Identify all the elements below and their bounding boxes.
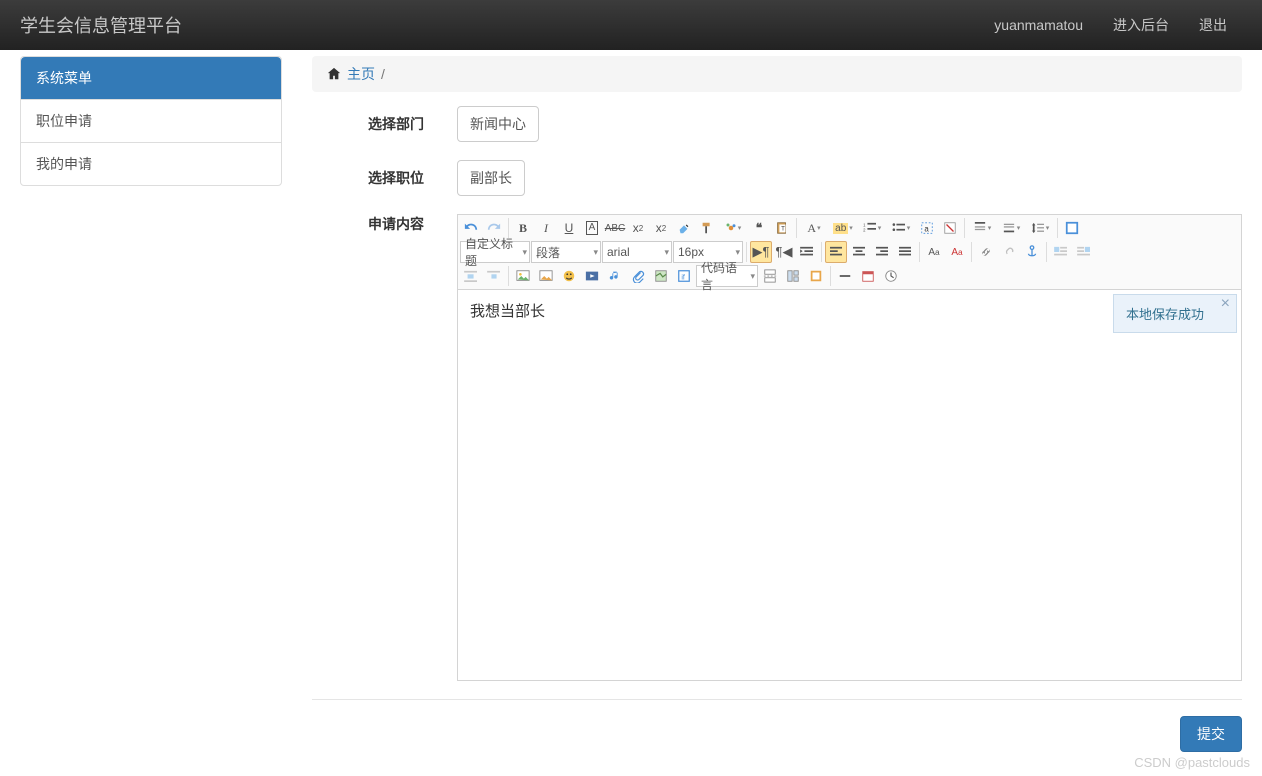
strike-icon[interactable]: ABC — [604, 217, 626, 239]
touppercase-icon[interactable]: Aa — [923, 241, 945, 263]
font-border-icon[interactable]: A — [581, 217, 603, 239]
backcolor-icon[interactable]: ab▾ — [829, 217, 857, 239]
nav-logout[interactable]: 退出 — [1184, 15, 1242, 35]
editor-toolbar: B I U A ABC x2 x2 ▾ ❝ T A▾ ab — [458, 215, 1241, 290]
line-height-icon[interactable]: ▾ — [1026, 217, 1054, 239]
italic-icon[interactable]: I — [535, 217, 557, 239]
top-navbar: 学生会信息管理平台 yuanmamatou 进入后台 退出 — [0, 0, 1262, 50]
selectall-icon[interactable]: a — [916, 217, 938, 239]
time-icon[interactable] — [880, 265, 902, 287]
breadcrumb-sep: / — [381, 66, 385, 82]
img-none-icon[interactable] — [460, 265, 482, 287]
emoticon-icon[interactable] — [558, 265, 580, 287]
template-icon[interactable] — [782, 265, 804, 287]
unordered-list-icon[interactable]: ▾ — [887, 217, 915, 239]
watermark: CSDN @pastclouds — [1134, 755, 1250, 770]
svg-text:1: 1 — [863, 222, 866, 227]
svg-text:if: if — [681, 275, 685, 282]
submit-button[interactable]: 提交 — [1180, 716, 1242, 752]
nav-user[interactable]: yuanmamatou — [979, 17, 1098, 33]
row-spacing-bottom-icon[interactable]: ▾ — [997, 217, 1025, 239]
eraser-icon[interactable] — [673, 217, 695, 239]
dir-rtl-icon[interactable]: ¶◀ — [773, 241, 795, 263]
align-center-icon[interactable] — [848, 241, 870, 263]
editor-content[interactable]: 我想当部长 本地保存成功 × — [458, 290, 1241, 680]
svg-text:a: a — [924, 225, 929, 234]
breadcrumb: 主页 / — [312, 56, 1242, 92]
insert-multi-image-icon[interactable] — [535, 265, 557, 287]
pagebreak-icon[interactable] — [759, 265, 781, 287]
main-content: 主页 / 选择部门 新闻中心 选择职位 副部长 申请内容 B — [312, 56, 1242, 752]
select-font[interactable]: arial — [602, 241, 672, 263]
svg-text:2: 2 — [863, 227, 866, 232]
unlink-icon[interactable] — [998, 241, 1020, 263]
bold-icon[interactable]: B — [512, 217, 534, 239]
blockquote-icon[interactable]: ❝ — [748, 217, 770, 239]
insert-video-icon[interactable] — [581, 265, 603, 287]
img-float-left-icon[interactable] — [1050, 241, 1072, 263]
sidebar: 系统菜单 职位申请 我的申请 — [20, 56, 282, 186]
underline-icon[interactable]: U — [558, 217, 580, 239]
remove-format-icon[interactable] — [939, 217, 961, 239]
insert-map-icon[interactable] — [650, 265, 672, 287]
ordered-list-icon[interactable]: 12▾ — [858, 217, 886, 239]
select-paragraph[interactable]: 段落 — [531, 241, 601, 263]
breadcrumb-home[interactable]: 主页 — [347, 64, 375, 84]
row-spacing-top-icon[interactable]: ▾ — [968, 217, 996, 239]
select-customstyle[interactable]: 自定义标题 — [460, 241, 530, 263]
tolowercase-icon[interactable]: Aa — [946, 241, 968, 263]
subscript-icon[interactable]: x2 — [650, 217, 672, 239]
format-brush-icon[interactable] — [696, 217, 718, 239]
sidebar-item-apply[interactable]: 职位申请 — [21, 99, 281, 142]
toast-message: 本地保存成功 — [1126, 307, 1204, 322]
img-center-icon[interactable] — [483, 265, 505, 287]
svg-text:T: T — [781, 226, 785, 233]
forecolor-icon[interactable]: A▾ — [800, 217, 828, 239]
editor-text: 我想当部长 — [470, 303, 545, 320]
app-brand: 学生会信息管理平台 — [20, 12, 182, 38]
background-icon[interactable] — [805, 265, 827, 287]
select-codelang[interactable]: 代码语言 — [696, 265, 758, 287]
pasteplain-icon[interactable]: T — [771, 217, 793, 239]
insert-music-icon[interactable] — [604, 265, 626, 287]
save-toast: 本地保存成功 × — [1113, 294, 1237, 333]
insert-image-icon[interactable] — [512, 265, 534, 287]
nav-admin[interactable]: 进入后台 — [1098, 15, 1184, 35]
insert-frame-icon[interactable]: if — [673, 265, 695, 287]
fullscreen-icon[interactable] — [1061, 217, 1083, 239]
sidebar-item-myapply[interactable]: 我的申请 — [21, 142, 281, 185]
label-pos: 选择职位 — [312, 168, 457, 188]
toast-close-icon[interactable]: × — [1221, 295, 1230, 313]
indent-icon[interactable] — [796, 241, 818, 263]
label-dept: 选择部门 — [312, 114, 457, 134]
align-justify-icon[interactable] — [894, 241, 916, 263]
select-dept[interactable]: 新闻中心 — [457, 106, 539, 142]
dir-ltr-icon[interactable]: ▶¶ — [750, 241, 772, 263]
home-icon — [327, 67, 341, 81]
align-right-icon[interactable] — [871, 241, 893, 263]
label-content: 申请内容 — [312, 214, 457, 234]
select-pos[interactable]: 副部长 — [457, 160, 525, 196]
align-left-icon[interactable] — [825, 241, 847, 263]
autotype-icon[interactable]: ▾ — [719, 217, 747, 239]
attachment-icon[interactable] — [627, 265, 649, 287]
rich-text-editor: B I U A ABC x2 x2 ▾ ❝ T A▾ ab — [457, 214, 1242, 681]
superscript-icon[interactable]: x2 — [627, 217, 649, 239]
sidebar-header: 系统菜单 — [21, 57, 281, 99]
date-icon[interactable] — [857, 265, 879, 287]
hr-icon[interactable] — [834, 265, 856, 287]
link-icon[interactable] — [975, 241, 997, 263]
img-float-right-icon[interactable] — [1073, 241, 1095, 263]
anchor-icon[interactable] — [1021, 241, 1043, 263]
